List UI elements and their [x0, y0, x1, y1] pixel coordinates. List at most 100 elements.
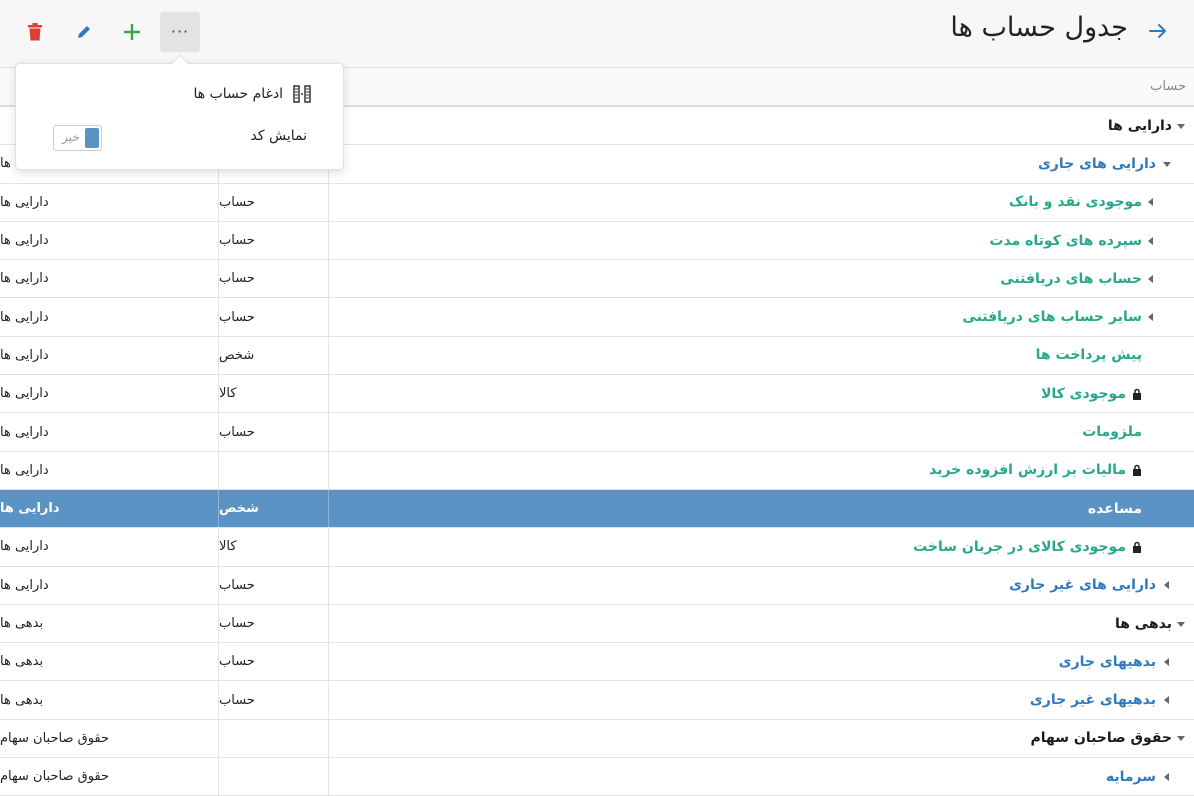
account-name: بدهی ها: [329, 605, 1194, 642]
account-name: مساعده: [1087, 500, 1142, 517]
table-row[interactable]: مالیات بر ارزش افزوده خرید دارایی ها: [0, 451, 1194, 490]
table-row[interactable]: حساب های دریافتنی حساب دارایی ها: [0, 260, 1194, 299]
account-group: دارایی ها: [0, 424, 49, 440]
account-name: بدهیهای جاری: [329, 643, 1194, 680]
caret-left-icon[interactable]: [1146, 274, 1156, 284]
account-group: دارایی ها: [0, 577, 49, 593]
account-type: حساب: [218, 566, 329, 604]
caret-down-icon[interactable]: [1162, 159, 1172, 169]
account-type: حساب: [218, 260, 329, 298]
table-row[interactable]: بدهی ها حساب بدهی ها: [0, 604, 1194, 644]
table-row[interactable]: پیش پرداخت ها شخص دارایی ها: [0, 336, 1194, 376]
account-group: دارایی ها: [0, 386, 49, 402]
account-group: دارایی ها: [0, 271, 49, 287]
table-row-selected[interactable]: مساعده شخص دارایی ها: [0, 489, 1194, 529]
account-name: سایر حساب های دریافتنی: [329, 298, 1194, 335]
delete-button[interactable]: [15, 12, 55, 52]
account-group: دارایی ها: [0, 347, 49, 363]
table-row[interactable]: ملزومات حساب دارایی ها: [0, 413, 1194, 452]
table-row[interactable]: بدهیهای غیر جاری حساب بدهی ها: [0, 681, 1194, 720]
pencil-icon: [78, 26, 90, 38]
account-group: بدهی ها: [0, 616, 44, 631]
account-name: حساب های دریافتنی: [329, 260, 1194, 297]
caret-down-icon[interactable]: [1176, 733, 1186, 743]
caret-left-icon[interactable]: [1146, 312, 1156, 322]
lock-icon: [1133, 465, 1141, 477]
show-code-toggle[interactable]: خیر: [53, 125, 102, 151]
account-type: [218, 758, 329, 796]
more-button[interactable]: ···: [160, 12, 200, 52]
account-group: دارایی ها: [0, 233, 49, 249]
caret-left-icon[interactable]: [1146, 197, 1156, 207]
account-group: بدهی ها: [0, 654, 44, 670]
account-type: حساب: [218, 604, 329, 643]
account-name: موجودی کالا: [329, 375, 1194, 412]
account-group: حقوق صاحبان سهام: [0, 769, 110, 785]
more-icon: ···: [170, 22, 190, 41]
table-row[interactable]: دارایی های غیر جاری حساب دارایی ها: [0, 566, 1194, 605]
account-name: دارایی ها: [329, 107, 1194, 144]
lock-icon: [1133, 541, 1141, 553]
account-group: حقوق صاحبان سهام: [0, 730, 110, 746]
account-type: حساب: [218, 183, 329, 221]
account-column-label: حساب: [1150, 79, 1186, 94]
account-type: [218, 719, 329, 758]
caret-down-icon[interactable]: [1176, 121, 1186, 131]
caret-left-icon[interactable]: [1162, 580, 1172, 590]
caret-down-icon[interactable]: [1176, 619, 1186, 629]
account-name: سپرده های کوتاه مدت: [329, 222, 1194, 259]
lock-icon: [1133, 388, 1141, 400]
account-name: ملزومات: [1082, 424, 1142, 441]
account-name: دارایی های جاری: [329, 145, 1194, 182]
table-row[interactable]: سایر حساب های دریافتنی حساب دارایی ها: [0, 298, 1194, 337]
account-group: دارایی ها: [0, 462, 49, 478]
caret-left-icon[interactable]: [1162, 695, 1172, 705]
edit-button[interactable]: [64, 12, 104, 52]
caret-left-icon[interactable]: [1162, 772, 1172, 782]
toggle-state-text: خیر: [62, 130, 80, 144]
table-row[interactable]: حقوق صاحبان سهام حقوق صاحبان سهام: [0, 719, 1194, 759]
account-name: حقوق صاحبان سهام: [329, 720, 1194, 757]
account-type: حساب: [218, 221, 329, 260]
table-row[interactable]: موجودی کالا کالا دارایی ها: [0, 375, 1194, 414]
add-button[interactable]: [112, 12, 152, 52]
table-row[interactable]: موجودی نقد و بانک حساب دارایی ها: [0, 183, 1194, 222]
account-name: موجودی نقد و بانک: [329, 184, 1194, 221]
account-name: دارایی های غیر جاری: [329, 567, 1194, 604]
account-group: دارایی ها: [0, 539, 49, 555]
caret-left-icon[interactable]: [1162, 657, 1172, 667]
account-group: دارایی ها: [0, 501, 60, 517]
account-group: دارایی ها: [0, 194, 49, 210]
accounts-tree-table: دارایی ها دارایی های جاری حساب دارایی ها…: [0, 107, 1194, 796]
account-type: حساب: [218, 298, 329, 336]
toggle-knob: [85, 128, 99, 148]
table-row[interactable]: سرمایه حقوق صاحبان سهام: [0, 758, 1194, 796]
account-type: حساب: [218, 643, 329, 681]
plus-icon: [124, 24, 140, 40]
show-code-label: نمایش کد: [250, 128, 307, 144]
merge-columns-icon[interactable]: [293, 85, 311, 103]
account-type: حساب: [218, 681, 329, 719]
caret-left-icon[interactable]: [1146, 236, 1156, 246]
arrow-right-icon[interactable]: [1146, 19, 1170, 43]
account-name: پیش پرداخت ها: [1035, 347, 1142, 364]
account-name: موجودی کالای در جریان ساخت: [329, 528, 1194, 565]
account-group: دارایی ها: [0, 309, 49, 325]
account-group: بدهی ها: [0, 692, 44, 708]
more-options-popup: ادغام حساب ها نمایش کد خیر: [15, 54, 344, 170]
account-type: کالا: [218, 375, 329, 413]
table-row[interactable]: موجودی کالای در جریان ساخت کالا دارایی ه…: [0, 528, 1194, 567]
account-type: شخص: [218, 489, 329, 528]
account-name: مالیات بر ارزش افزوده خرید: [329, 452, 1194, 489]
table-row[interactable]: بدهیهای جاری حساب بدهی ها: [0, 643, 1194, 682]
account-type: [218, 451, 329, 489]
account-name: بدهیهای غیر جاری: [329, 681, 1194, 718]
account-name: سرمایه: [329, 758, 1194, 795]
merge-accounts-item[interactable]: ادغام حساب ها: [193, 86, 283, 102]
account-type: حساب: [218, 413, 329, 451]
account-type: شخص: [218, 336, 329, 375]
trash-icon: [28, 23, 42, 41]
table-row[interactable]: سپرده های کوتاه مدت حساب دارایی ها: [0, 221, 1194, 261]
account-type: کالا: [218, 528, 329, 566]
page-title: جدول حساب ها: [950, 12, 1128, 43]
